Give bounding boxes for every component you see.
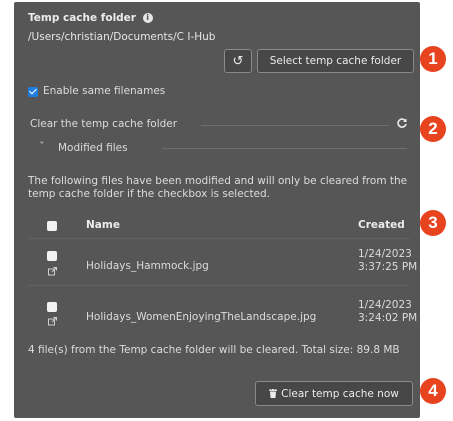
clear-section-divider bbox=[201, 125, 389, 126]
enable-same-filenames-checkbox[interactable] bbox=[28, 87, 38, 97]
temp-cache-title: Temp cache folder i bbox=[28, 12, 153, 24]
temp-cache-path: /Users/christian/Documents/C I-Hub bbox=[28, 31, 216, 43]
callout-badge: 3 bbox=[420, 210, 446, 236]
file-name: Holidays_WomenEnjoyingTheLandscape.jpg bbox=[86, 311, 317, 323]
summary-text: 4 file(s) from the Temp cache folder wil… bbox=[28, 344, 400, 356]
reset-icon: ↺ bbox=[232, 53, 244, 69]
open-external-icon[interactable] bbox=[48, 317, 57, 326]
clear-temp-cache-now-label: Clear temp cache now bbox=[281, 387, 399, 400]
file-created-date: 1/24/2023 bbox=[358, 299, 412, 311]
info-icon[interactable]: i bbox=[142, 13, 153, 23]
refresh-icon[interactable] bbox=[396, 117, 408, 129]
table-row-divider bbox=[28, 285, 410, 286]
column-header-created[interactable]: Created bbox=[358, 219, 405, 231]
row-checkbox[interactable] bbox=[47, 251, 57, 261]
reset-folder-button[interactable]: ↺ bbox=[224, 49, 252, 73]
file-name: Holidays_Hammock.jpg bbox=[86, 260, 209, 272]
clear-section-title: Clear the temp cache folder bbox=[30, 118, 178, 130]
column-header-name[interactable]: Name bbox=[86, 219, 120, 231]
chevron-down-icon[interactable]: ˇ bbox=[39, 140, 45, 153]
enable-same-filenames-label: Enable same filenames bbox=[43, 85, 166, 97]
callout-badge: 2 bbox=[420, 116, 446, 142]
modified-files-title[interactable]: Modified files bbox=[58, 142, 128, 154]
clear-temp-cache-now-button[interactable]: Clear temp cache now bbox=[255, 381, 413, 406]
table-header-divider bbox=[28, 238, 410, 239]
modified-files-divider bbox=[162, 148, 407, 149]
settings-panel: Temp cache folder i /Users/christian/Doc… bbox=[14, 2, 420, 418]
modified-files-description: The following files have been modified a… bbox=[28, 175, 408, 200]
open-external-icon[interactable] bbox=[48, 267, 57, 276]
file-created-time: 3:24:02 PM bbox=[358, 312, 418, 324]
select-all-checkbox[interactable] bbox=[47, 221, 57, 231]
select-temp-cache-folder-button[interactable]: Select temp cache folder bbox=[257, 49, 414, 73]
temp-cache-title-text: Temp cache folder bbox=[28, 12, 136, 24]
file-created-time: 3:37:25 PM bbox=[358, 261, 418, 273]
trash-icon bbox=[269, 389, 278, 398]
callout-badge: 1 bbox=[420, 46, 446, 72]
row-checkbox[interactable] bbox=[47, 302, 57, 312]
file-created-date: 1/24/2023 bbox=[358, 248, 412, 260]
callout-badge: 4 bbox=[420, 378, 446, 404]
